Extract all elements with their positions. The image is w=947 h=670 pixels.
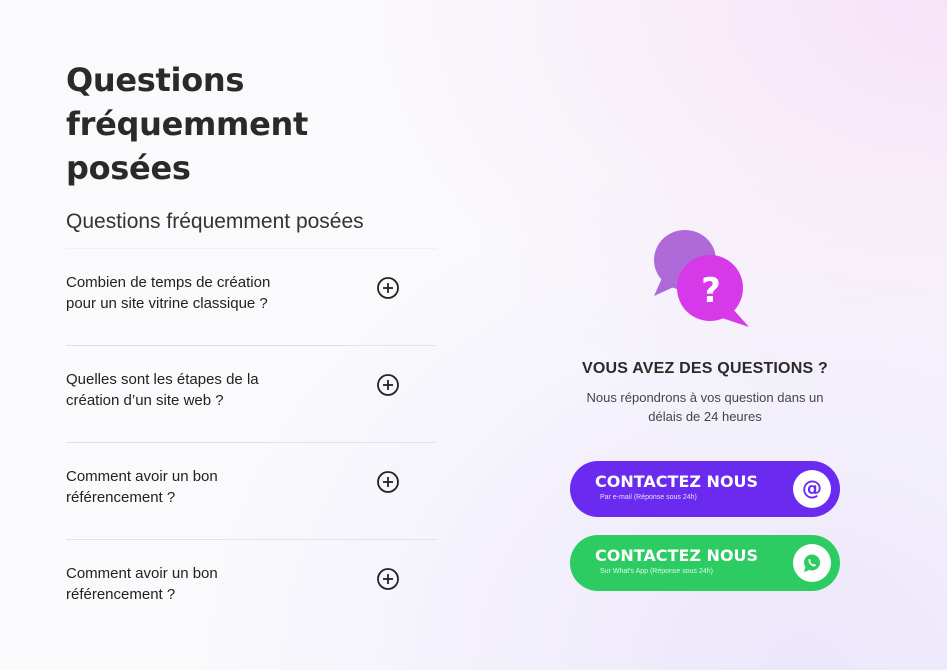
faq-item[interactable]: Combien de temps de création pour un sit…	[66, 248, 436, 345]
faq-question-line: Combien de temps de création	[66, 274, 271, 291]
at-sign-icon: @	[793, 470, 831, 508]
page-title-line2: fréquemment posées	[66, 105, 308, 187]
faq-item[interactable]: Quelles sont les étapes de la création d…	[66, 345, 436, 442]
contact-whatsapp-label: CONTACTEZ NOUS	[595, 546, 759, 565]
faq-question-line: Comment avoir un bon	[66, 468, 218, 485]
faq-question-line: pour un site vitrine classique ?	[66, 295, 268, 312]
chat-bubbles-question-icon: ?	[654, 230, 749, 327]
faq-item[interactable]: Comment avoir un bon référencement ?	[66, 442, 436, 539]
plus-circle-icon[interactable]	[375, 275, 401, 301]
faq-question-line: Quelles sont les étapes de la	[66, 371, 259, 388]
faq-question-line: Comment avoir un bon	[66, 565, 218, 582]
faq-question: Quelles sont les étapes de la création d…	[66, 369, 326, 411]
faq-header: Questions fréquemment posées Questions f…	[66, 58, 436, 234]
plus-circle-icon[interactable]	[375, 372, 401, 398]
page-subtitle: Questions fréquemment posées	[66, 210, 364, 233]
contact-email-button[interactable]: CONTACTEZ NOUS Par e-mail (Réponse sous …	[570, 461, 840, 517]
whatsapp-glyph	[804, 554, 820, 572]
page-title: Questions fréquemment posées	[66, 58, 436, 190]
at-sign-glyph: @	[802, 476, 822, 500]
question-mark: ?	[701, 271, 721, 311]
whatsapp-icon	[793, 544, 831, 582]
contact-whatsapp-note: Sur What's App (Réponse sous 24h)	[600, 568, 714, 575]
faq-question-line: création d’un site web ?	[66, 392, 224, 409]
contact-subtitle-line: Nous répondrons à vos question dans un	[586, 390, 824, 405]
contact-email-label: CONTACTEZ NOUS	[595, 472, 759, 491]
faq-question: Comment avoir un bon référencement ?	[66, 563, 326, 605]
faq-list: Combien de temps de création pour un sit…	[66, 248, 436, 636]
contact-email-note: Par e-mail (Réponse sous 24h)	[600, 494, 697, 501]
contact-subtitle-line: délais de 24 heures	[648, 409, 762, 424]
faq-question: Comment avoir un bon référencement ?	[66, 466, 326, 508]
contact-title: VOUS AVEZ DES QUESTIONS ?	[582, 360, 828, 377]
faq-question: Combien de temps de création pour un sit…	[66, 272, 326, 314]
faq-question-line: référencement ?	[66, 489, 176, 506]
contact-whatsapp-button[interactable]: CONTACTEZ NOUS Sur What's App (Réponse s…	[570, 535, 840, 591]
page-title-line1: Questions	[66, 61, 245, 99]
contact-subtitle: Nous répondrons à vos question dans un d…	[545, 388, 865, 426]
faq-question-line: référencement ?	[66, 586, 176, 603]
plus-circle-icon[interactable]	[375, 566, 401, 592]
contact-panel: ? VOUS AVEZ DES QUESTIONS ? Nous répondr…	[545, 226, 865, 591]
plus-circle-icon[interactable]	[375, 469, 401, 495]
faq-item[interactable]: Comment avoir un bon référencement ?	[66, 539, 436, 636]
